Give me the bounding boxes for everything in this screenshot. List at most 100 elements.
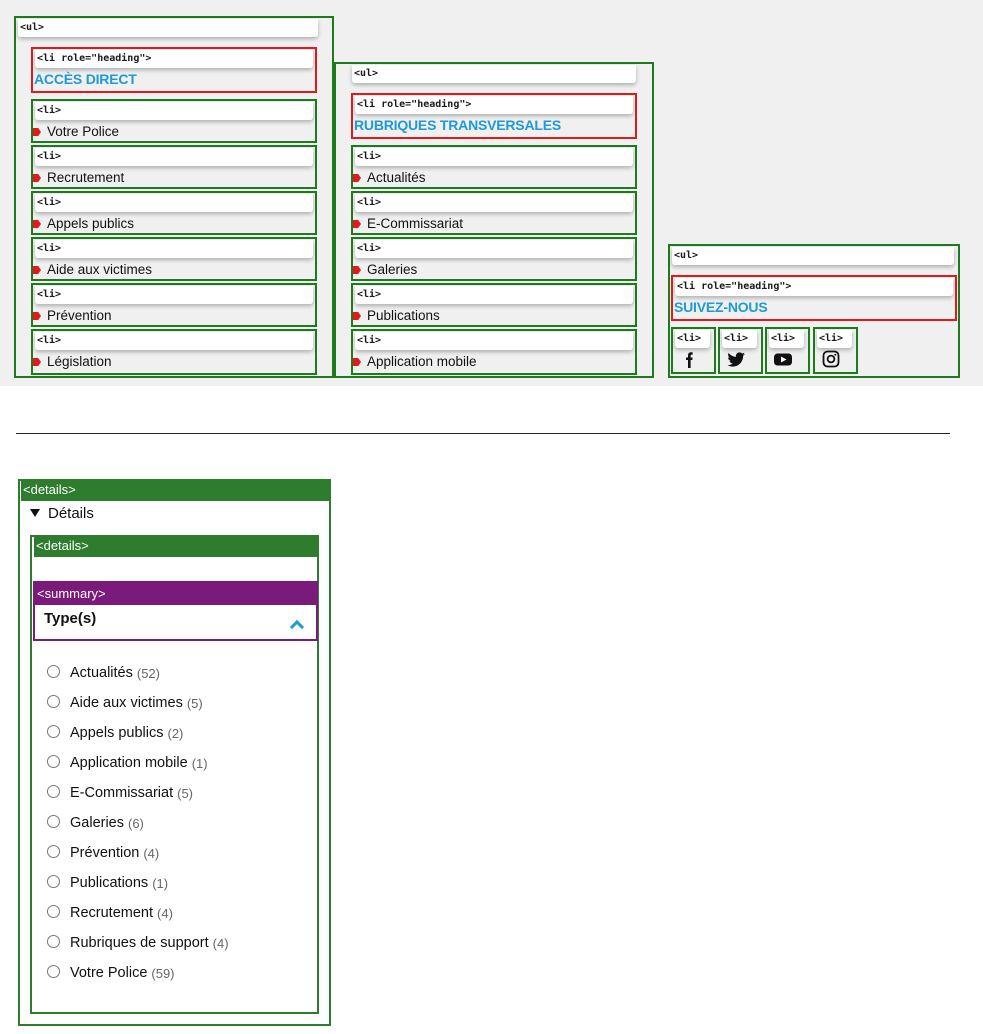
list-item-votre-police[interactable]: <li> Votre Police xyxy=(31,99,317,143)
link-votre-police[interactable]: Votre Police xyxy=(47,124,119,139)
radio-label[interactable]: Recrutement xyxy=(70,905,153,921)
radio-option[interactable]: Appels publics (2) xyxy=(47,718,307,748)
li-tag: <li> xyxy=(35,240,313,258)
radio-label[interactable]: Actualités xyxy=(70,665,133,681)
list-item-e-commissariat[interactable]: <li> E-Commissariat xyxy=(351,191,637,235)
li-tag: <li> xyxy=(355,194,633,212)
radio-label[interactable]: Rubriques de support xyxy=(70,935,209,951)
radio-label[interactable]: Aide aux victimes xyxy=(70,695,183,711)
radio-label[interactable]: Galeries xyxy=(70,815,124,831)
heading-rubriques: <li role="heading"> RUBRIQUES TRANSVERSA… xyxy=(351,93,637,139)
radio-option[interactable]: E-Commissariat (5) xyxy=(47,778,307,808)
ul-tag: <ul> xyxy=(672,247,954,265)
social-facebook[interactable]: <li> xyxy=(671,327,716,374)
radio-count: (5) xyxy=(177,785,194,801)
list-item-application-mobile[interactable]: <li> Application mobile xyxy=(351,329,637,375)
radio-option[interactable]: Prévention (4) xyxy=(47,838,307,868)
radio-option[interactable]: Aide aux victimes (5) xyxy=(47,688,307,718)
link-galeries[interactable]: Galeries xyxy=(367,262,417,277)
list-item-publications[interactable]: <li> Publications xyxy=(351,283,637,327)
link-application-mobile[interactable]: Application mobile xyxy=(367,354,477,369)
radio-option[interactable]: Actualités (52) xyxy=(47,658,307,688)
radio-label[interactable]: Publications xyxy=(70,875,148,891)
list-item-appels-publics[interactable]: <li> Appels publics xyxy=(31,191,317,235)
type-filter-options: Actualités (52) Aide aux victimes (5) Appe… xyxy=(47,658,307,988)
link-actualites[interactable]: Actualités xyxy=(367,170,426,185)
list-item-actualites[interactable]: <li> Actualités xyxy=(351,145,637,189)
li-tag: <li> xyxy=(355,332,633,350)
li-tag: <li> xyxy=(355,286,633,304)
radio-label[interactable]: Appels publics xyxy=(70,725,164,741)
radio-button[interactable] xyxy=(47,904,60,918)
li-tag: <li> xyxy=(35,148,313,166)
radio-button[interactable] xyxy=(47,754,60,768)
link-recrutement[interactable]: Recrutement xyxy=(47,170,124,185)
bullet-icon xyxy=(353,174,361,182)
radio-button[interactable] xyxy=(47,964,60,978)
radio-option[interactable]: Votre Police (59) xyxy=(47,958,307,988)
radio-button[interactable] xyxy=(47,664,60,678)
radio-label[interactable]: Votre Police xyxy=(70,965,147,981)
heading-acces-direct: <li role="heading"> ACCÈS DIRECT xyxy=(31,47,317,93)
li-tag: <li> xyxy=(35,332,313,350)
radio-count: (1) xyxy=(152,875,169,891)
radio-label[interactable]: E-Commissariat xyxy=(70,785,173,801)
list-item-galeries[interactable]: <li> Galeries xyxy=(351,237,637,281)
radio-count: (4) xyxy=(157,905,173,921)
list-item-recrutement[interactable]: <li> Recrutement xyxy=(31,145,317,189)
list-item-legislation[interactable]: <li> Législation xyxy=(31,329,317,375)
link-prevention[interactable]: Prévention xyxy=(47,308,112,323)
link-aide-victimes[interactable]: Aide aux victimes xyxy=(47,262,152,277)
list-item-prevention[interactable]: <li> Prévention xyxy=(31,283,317,327)
radio-option[interactable]: Application mobile (1) xyxy=(47,748,307,778)
li-tag: <li> xyxy=(769,330,804,348)
bullet-icon xyxy=(33,128,41,136)
radio-button[interactable] xyxy=(47,814,60,828)
social-youtube[interactable]: <li> xyxy=(765,327,810,374)
li-tag: <li> xyxy=(722,330,757,348)
details-summary[interactable]: Détails xyxy=(30,505,94,522)
link-appels-publics[interactable]: Appels publics xyxy=(47,216,134,231)
radio-button[interactable] xyxy=(47,694,60,708)
link-e-commissariat[interactable]: E-Commissariat xyxy=(367,216,463,231)
link-legislation[interactable]: Législation xyxy=(47,354,112,369)
li-tag: <li> xyxy=(355,148,633,166)
bullet-icon xyxy=(33,358,41,366)
chevron-up-icon[interactable] xyxy=(289,619,305,635)
radio-label[interactable]: Prévention xyxy=(70,845,139,861)
radio-label[interactable]: Application mobile xyxy=(70,755,188,771)
section-divider xyxy=(16,433,950,434)
radio-option[interactable]: Publications (1) xyxy=(47,868,307,898)
youtube-icon[interactable] xyxy=(773,350,793,368)
radio-option[interactable]: Rubriques de support (4) xyxy=(47,928,307,958)
instagram-icon[interactable] xyxy=(821,350,841,368)
bullet-icon xyxy=(33,312,41,320)
disclosure-triangle-icon xyxy=(30,509,40,517)
heading-rubriques-label: RUBRIQUES TRANSVERSALES xyxy=(354,117,561,133)
radio-count: (1) xyxy=(191,755,208,771)
li-heading-tag: <li role="heading"> xyxy=(35,50,313,68)
link-publications[interactable]: Publications xyxy=(367,308,440,323)
radio-option[interactable]: Galeries (6) xyxy=(47,808,307,838)
filter-summary[interactable]: <summary> Type(s) xyxy=(33,581,318,641)
list-item-aide-victimes[interactable]: <li> Aide aux victimes xyxy=(31,237,317,281)
radio-button[interactable] xyxy=(47,784,60,798)
li-tag: <li> xyxy=(35,102,313,120)
bullet-icon xyxy=(353,358,361,366)
bullet-icon xyxy=(33,266,41,274)
radio-button[interactable] xyxy=(47,844,60,858)
ul-tag: <ul> xyxy=(18,19,318,37)
twitter-icon[interactable] xyxy=(726,350,746,368)
radio-option[interactable]: Recrutement (4) xyxy=(47,898,307,928)
radio-button[interactable] xyxy=(47,724,60,738)
filter-title: Type(s) xyxy=(44,610,97,627)
li-tag: <li> xyxy=(355,240,633,258)
summary-tag: <summary> xyxy=(35,583,316,605)
radio-count: (52) xyxy=(136,665,160,681)
social-twitter[interactable]: <li> xyxy=(718,327,763,374)
facebook-icon[interactable] xyxy=(679,350,699,368)
radio-button[interactable] xyxy=(47,934,60,948)
social-instagram[interactable]: <li> xyxy=(813,327,858,374)
details-summary-label: Détails xyxy=(48,505,94,522)
radio-button[interactable] xyxy=(47,874,60,888)
